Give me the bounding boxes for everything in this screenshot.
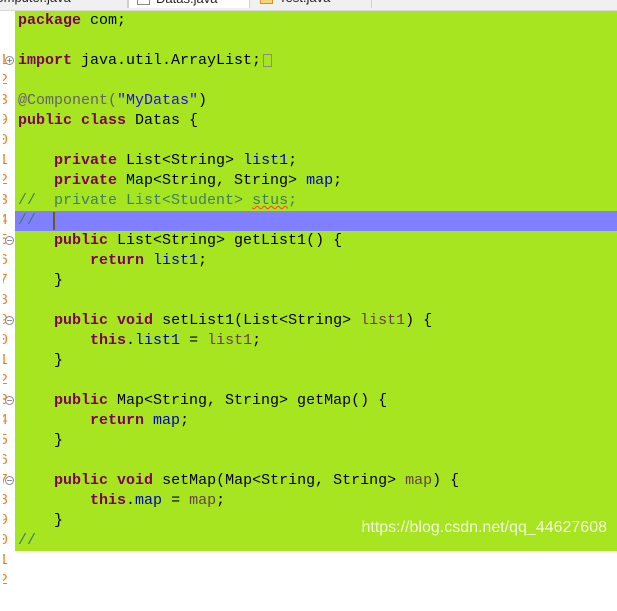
- line-number: 3: [3, 92, 9, 109]
- line-number: 13: [3, 192, 9, 209]
- code-line: 30 this.map = map;: [3, 492, 226, 549]
- editor-tab-bar: Computer.java Datas.java Test.java: [0, 0, 617, 11]
- spelling-warning: stus: [252, 192, 289, 209]
- code-editor[interactable]: 1 package com; 2 3 + import java.util.Ar…: [3, 11, 617, 589]
- code-line: 19 }: [3, 271, 617, 329]
- line-number: 16: [3, 251, 15, 271]
- folded-imports-marker[interactable]: [263, 53, 273, 67]
- line-number: 29: [3, 512, 9, 529]
- line-number: 25: [3, 432, 9, 449]
- watermark: https://blog.csdn.net/qq_44627608: [361, 519, 607, 536]
- code-line: 21 − public void setList1(List<String> l…: [3, 312, 433, 369]
- code-line: 18 return list1;: [3, 252, 208, 309]
- code-line: 12: [3, 131, 617, 189]
- tab-datas-java[interactable]: Datas.java: [128, 0, 250, 8]
- code-line: 20: [3, 291, 617, 349]
- fold-collapse-icon[interactable]: −: [5, 236, 14, 245]
- code-line: 3 + import java.util.ArrayList;: [3, 51, 617, 109]
- code-line: 14 private Map<String, String> map;: [3, 172, 343, 229]
- line-number: 24: [3, 412, 9, 429]
- code-line: 27 }: [3, 431, 617, 489]
- tab-test-java[interactable]: Test.java: [252, 0, 372, 8]
- line-number: 17: [3, 272, 9, 289]
- code-line: 28: [3, 451, 617, 509]
- code-line: 17 − public List<String> getList1() {: [3, 232, 343, 289]
- current-line-highlight: 16 //: [3, 211, 617, 271]
- line-number: 11: [3, 152, 9, 169]
- line-number: 10: [3, 132, 9, 149]
- code-line: 13 private List<String> list1;: [3, 152, 298, 209]
- code-line: 15 // private List<Student> stus;: [3, 191, 617, 249]
- line-number: 30: [3, 532, 9, 549]
- java-file-icon: [137, 0, 150, 6]
- code-line: 23 }: [3, 351, 617, 409]
- line-number: 18: [3, 292, 9, 309]
- line-number: 2: [3, 72, 9, 89]
- code-line: 9: [3, 71, 617, 129]
- line-number: 31: [3, 552, 9, 569]
- code-line: 22 this.list1 = list1;: [3, 332, 262, 389]
- fold-expand-icon[interactable]: +: [5, 56, 14, 65]
- text-caret: [53, 212, 55, 230]
- code-line: 10 @Component("MyDatas"): [3, 92, 208, 149]
- code-line: 1 package com;: [3, 11, 617, 69]
- tab-computer-java[interactable]: Computer.java: [0, 0, 128, 8]
- code-line: 29 − public void setMap(Map<String, Stri…: [3, 472, 460, 529]
- line-number: 9: [3, 112, 9, 129]
- line-number: 14: [3, 212, 9, 229]
- line-number: 22: [3, 372, 9, 389]
- code-line: 11 public class Datas {: [3, 112, 199, 169]
- fold-collapse-icon[interactable]: −: [5, 316, 14, 325]
- java-file-warning-icon: [260, 0, 273, 5]
- line-number: 26: [3, 452, 9, 469]
- line-number: 21: [3, 352, 9, 369]
- code-line: 24: [3, 371, 617, 429]
- fold-collapse-icon[interactable]: −: [5, 396, 14, 405]
- fold-collapse-icon[interactable]: −: [5, 476, 14, 485]
- line-number: 12: [3, 172, 9, 189]
- line-number: 32: [3, 572, 9, 589]
- line-number: 20: [3, 332, 9, 349]
- code-line: 25 − public Map<String, String> getMap()…: [3, 392, 388, 449]
- line-number: 28: [3, 492, 9, 509]
- code-line: 2: [3, 31, 617, 89]
- code-line: 26 return map;: [3, 412, 190, 469]
